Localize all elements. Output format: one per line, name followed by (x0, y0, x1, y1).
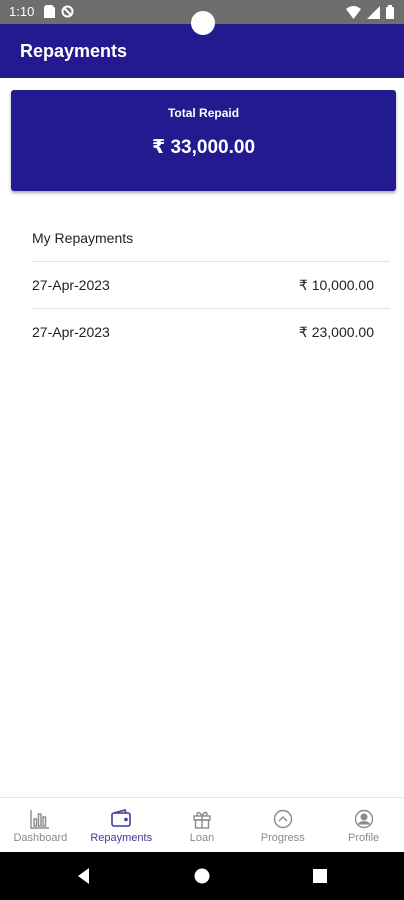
chevron-up-circle-icon (272, 808, 294, 830)
back-icon[interactable] (74, 866, 94, 886)
home-icon[interactable] (192, 866, 212, 886)
nav-item-profile[interactable]: Profile (323, 798, 404, 853)
repayment-amount: ₹ 23,000.00 (298, 323, 374, 340)
nav-label-progress: Progress (260, 832, 305, 844)
my-repayments-heading: My Repayments (32, 230, 134, 246)
nav-item-repayments[interactable]: Repayments (81, 798, 162, 853)
list-item[interactable]: 27-Apr-2023 ₹ 10,000.00 (32, 262, 374, 308)
wallet-icon (110, 808, 132, 830)
page-title: Repayments (20, 41, 128, 61)
total-repaid-value: ₹ 33,000.00 (151, 137, 256, 158)
user-circle-icon (353, 808, 375, 830)
nav-item-dashboard[interactable]: Dashboard (0, 798, 81, 853)
bottom-nav: Dashboard Repayments Loan Progress Profi… (0, 797, 404, 853)
nav-item-progress[interactable]: Progress (242, 798, 323, 853)
sim-card-icon (44, 5, 55, 21)
system-nav-bar (0, 852, 404, 900)
wifi-icon (346, 5, 361, 22)
nav-label-dashboard: Dashboard (13, 832, 68, 844)
nav-label-profile: Profile (347, 832, 380, 844)
camera-cutout (191, 11, 215, 35)
nav-item-loan[interactable]: Loan (162, 798, 243, 853)
status-time: 1:10 (9, 4, 35, 19)
list-item[interactable]: 27-Apr-2023 ₹ 23,000.00 (32, 309, 374, 355)
nav-label-repayments: Repayments (90, 832, 153, 844)
repayment-date: 27-Apr-2023 (32, 324, 110, 340)
battery-icon (386, 5, 394, 22)
repayment-amount: ₹ 10,000.00 (298, 276, 374, 293)
signal-icon (367, 5, 380, 22)
gift-icon (191, 808, 213, 830)
total-repaid-label: Total Repaid (167, 106, 240, 120)
recents-icon[interactable] (310, 866, 330, 886)
no-disturb-icon (61, 5, 74, 21)
total-repaid-card: Total Repaid ₹ 33,000.00 (11, 90, 396, 191)
nav-label-loan: Loan (189, 832, 215, 844)
bar-chart-icon (29, 808, 51, 830)
repayments-screen: 1:10 Repayments Total Repaid ₹ 33,000.00… (0, 0, 404, 900)
repayment-date: 27-Apr-2023 (32, 277, 110, 293)
